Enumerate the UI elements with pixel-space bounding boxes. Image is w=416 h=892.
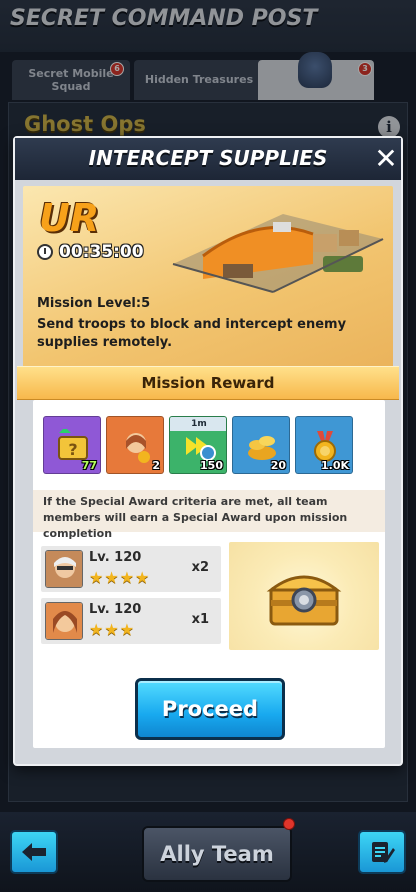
hero-level: Lv. 120 [89,550,142,565]
back-arrow-icon [22,843,46,861]
timer-row: 00:35:00 [37,242,144,262]
requirement-multiplier: x2 [191,560,209,575]
special-award-note: If the Special Award criteria are met, a… [33,490,385,540]
mission-description: Send troops to block and intercept enemy… [37,317,347,350]
mission-modal: INTERCEPT SUPPLIES ✕ UR 00:35:00 Mission… [13,136,403,766]
notes-button[interactable] [358,830,406,874]
modal-header: INTERCEPT SUPPLIES ✕ [15,138,401,180]
reward-qty: 1.0K [320,459,349,472]
reward-qty: 150 [200,459,223,472]
hero-portrait [45,602,83,640]
treasure-chest-icon [266,575,342,626]
mission-level: Mission Level:5 [37,296,151,311]
gold-coins-icon [248,436,276,460]
hero-avatar-icon [46,551,82,587]
notification-dot [283,818,295,830]
star-rating: ★★★ [89,620,136,639]
mission-timer: 00:35:00 [59,242,144,262]
close-button[interactable]: ✕ [371,144,401,174]
back-button[interactable] [10,830,58,874]
proceed-button[interactable]: Proceed [135,678,285,740]
hero-portrait [45,550,83,588]
mission-card: UR 00:35:00 Mission Level:5 Send troops … [23,186,393,376]
hero-shard-icon [126,433,150,463]
modal-title: INTERCEPT SUPPLIES [88,146,328,170]
warehouse-illustration [172,214,384,293]
reward-item[interactable]: ? 77 [43,416,101,474]
special-award-chest[interactable] [229,542,379,650]
notepad-pencil-icon [372,842,395,863]
mystery-box-icon: ? [58,429,88,460]
hero-avatar-icon [46,603,82,639]
reward-qty: 20 [270,459,286,472]
reward-items: ? 77 2 1m 150 20 1.0K [43,416,383,474]
rarity-label: UR [39,196,100,240]
speedup-icon [186,437,216,461]
star-rating: ★★★★ [89,568,151,587]
reward-item[interactable]: 2 [106,416,164,474]
medal-icon [314,431,336,462]
svg-text:?: ? [68,440,77,459]
reward-item[interactable]: 1m 150 [169,416,227,474]
ally-team-button[interactable]: Ally Team [142,826,292,882]
hero-level: Lv. 120 [89,602,142,617]
clock-icon [37,244,53,260]
reward-item[interactable]: 1.0K [295,416,353,474]
requirement-multiplier: x1 [191,612,209,627]
reward-qty: 77 [81,459,97,472]
reward-qty: 2 [152,459,160,472]
reward-banner: Mission Reward [17,366,399,400]
reward-item[interactable]: 20 [232,416,290,474]
special-requirement: Lv. 120 ★★★ x1 [41,598,221,644]
special-requirement: Lv. 120 ★★★★ x2 [41,546,221,592]
reward-title: Mission Reward [141,374,275,392]
